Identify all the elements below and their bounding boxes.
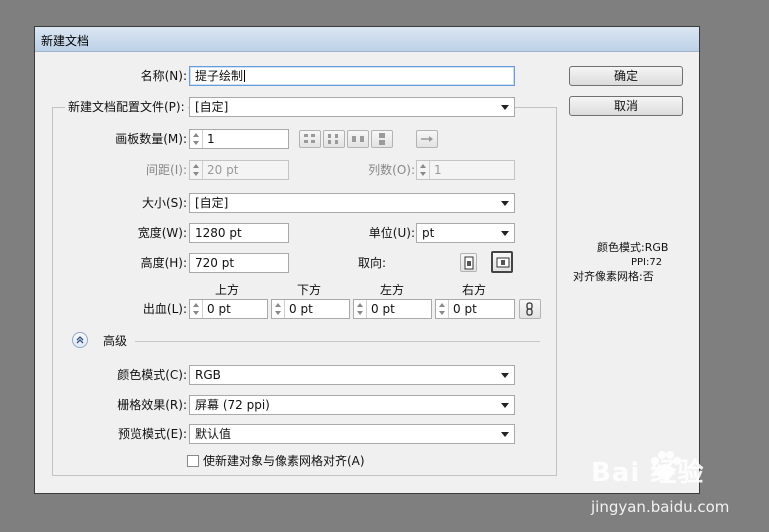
collapse-advanced-icon[interactable] <box>72 332 88 348</box>
bleed-right-value: 0 pt <box>453 302 477 316</box>
stepper-arrows-icon[interactable] <box>272 300 285 318</box>
bleed-bottom-stepper[interactable]: 0 pt <box>271 299 350 319</box>
units-label: 单位(U): <box>368 226 415 240</box>
new-document-dialog: 新建文档 名称(N): 提子绘制 新建文档配置文件(P): [自定] 画板数量(… <box>34 26 700 494</box>
baidu-jingyan-watermark: Bai 经验 jingyan.baidu.com <box>585 451 765 528</box>
info-color-mode: 颜色模式:RGB <box>597 241 669 254</box>
chevron-down-icon <box>501 201 509 206</box>
cancel-button[interactable]: 取消 <box>569 96 683 116</box>
size-label: 大小(S): <box>141 196 187 210</box>
preview-mode-select[interactable]: 默认值 <box>189 424 515 444</box>
columns-label: 列数(O): <box>368 163 415 177</box>
artboards-label: 画板数量(M): <box>115 132 187 146</box>
spacing-label: 间距(I): <box>146 163 187 177</box>
bleed-bottom-label: 下方 <box>297 283 322 297</box>
chevron-down-icon <box>501 432 509 437</box>
advanced-label: 高级 <box>103 334 128 348</box>
info-ppi: PPI:72 <box>631 257 663 268</box>
advanced-divider <box>135 341 540 342</box>
right-to-left-icon[interactable] <box>416 130 438 148</box>
orientation-label: 取向: <box>358 256 387 270</box>
spacing-value: 20 pt <box>207 163 239 177</box>
height-input[interactable]: 720 pt <box>189 253 289 273</box>
color-mode-value: RGB <box>195 368 221 382</box>
bleed-right-stepper[interactable]: 0 pt <box>435 299 515 319</box>
name-label: 名称(N): <box>140 69 187 83</box>
bleed-left-value: 0 pt <box>371 302 395 316</box>
grid-by-row-icon[interactable] <box>299 130 321 148</box>
bleed-bottom-value: 0 pt <box>289 302 313 316</box>
grid-by-column-icon[interactable] <box>323 130 345 148</box>
watermark-logo: Bai 经验 <box>591 458 705 488</box>
size-select[interactable]: [自定] <box>189 193 515 213</box>
preview-mode-value: 默认值 <box>195 427 232 441</box>
raster-effects-label: 栅格效果(R): <box>117 398 187 412</box>
align-pixel-grid-checkbox[interactable] <box>187 455 199 467</box>
chevron-down-icon <box>501 231 509 236</box>
stepper-arrows-icon[interactable] <box>190 161 203 179</box>
chevron-down-icon <box>501 373 509 378</box>
chevron-down-icon <box>501 403 509 408</box>
text-caret <box>244 70 246 82</box>
chevron-down-icon <box>501 105 509 110</box>
raster-effects-value: 屏幕 (72 ppi) <box>195 398 270 412</box>
bleed-label: 出血(L): <box>142 302 187 316</box>
color-mode-select[interactable]: RGB <box>189 365 515 385</box>
ok-button[interactable]: 确定 <box>569 66 683 86</box>
size-value: [自定] <box>195 196 229 210</box>
align-pixel-grid-label[interactable]: 使新建对象与像素网格对齐(A) <box>203 454 365 468</box>
columns-stepper[interactable]: 1 <box>416 160 515 180</box>
artboards-stepper[interactable]: 1 <box>189 129 289 149</box>
units-value: pt <box>422 226 435 240</box>
name-value: 提子绘制 <box>195 69 244 83</box>
name-input[interactable]: 提子绘制 <box>189 66 515 86</box>
width-label: 宽度(W): <box>137 226 187 240</box>
raster-effects-select[interactable]: 屏幕 (72 ppi) <box>189 395 515 415</box>
link-bleed-icon[interactable] <box>519 299 541 319</box>
dialog-title: 新建文档 <box>41 34 90 48</box>
info-pixel-grid: 对齐像素网格:否 <box>573 270 654 283</box>
height-label: 高度(H): <box>140 256 187 270</box>
arrange-row-icon[interactable] <box>347 130 369 148</box>
landscape-icon[interactable] <box>491 251 513 273</box>
stepper-arrows-icon[interactable] <box>190 130 203 148</box>
width-value: 1280 pt <box>195 226 242 240</box>
color-mode-label: 颜色模式(C): <box>117 368 187 382</box>
bleed-right-label: 右方 <box>462 283 487 297</box>
arrange-column-icon[interactable] <box>371 130 393 148</box>
watermark-url: jingyan.baidu.com <box>591 498 730 516</box>
bleed-top-stepper[interactable]: 0 pt <box>189 299 268 319</box>
profile-select[interactable]: [自定] <box>189 97 515 117</box>
stepper-arrows-icon[interactable] <box>190 300 203 318</box>
stepper-arrows-icon[interactable] <box>436 300 449 318</box>
columns-value: 1 <box>434 163 442 177</box>
profile-value: [自定] <box>195 100 229 114</box>
height-value: 720 pt <box>195 256 235 270</box>
bleed-left-stepper[interactable]: 0 pt <box>353 299 432 319</box>
stepper-arrows-icon[interactable] <box>354 300 367 318</box>
stepper-arrows-icon[interactable] <box>417 161 430 179</box>
portrait-icon[interactable] <box>460 253 477 272</box>
dialog-titlebar[interactable]: 新建文档 <box>35 27 699 52</box>
bleed-left-label: 左方 <box>380 283 405 297</box>
bleed-top-value: 0 pt <box>207 302 231 316</box>
preview-mode-label: 预览模式(E): <box>118 427 187 441</box>
artboards-value: 1 <box>207 132 215 146</box>
profile-label: 新建文档配置文件(P): <box>65 100 188 114</box>
spacing-stepper[interactable]: 20 pt <box>189 160 289 180</box>
bleed-top-label: 上方 <box>215 283 240 297</box>
width-input[interactable]: 1280 pt <box>189 223 289 243</box>
units-select[interactable]: pt <box>416 223 515 243</box>
